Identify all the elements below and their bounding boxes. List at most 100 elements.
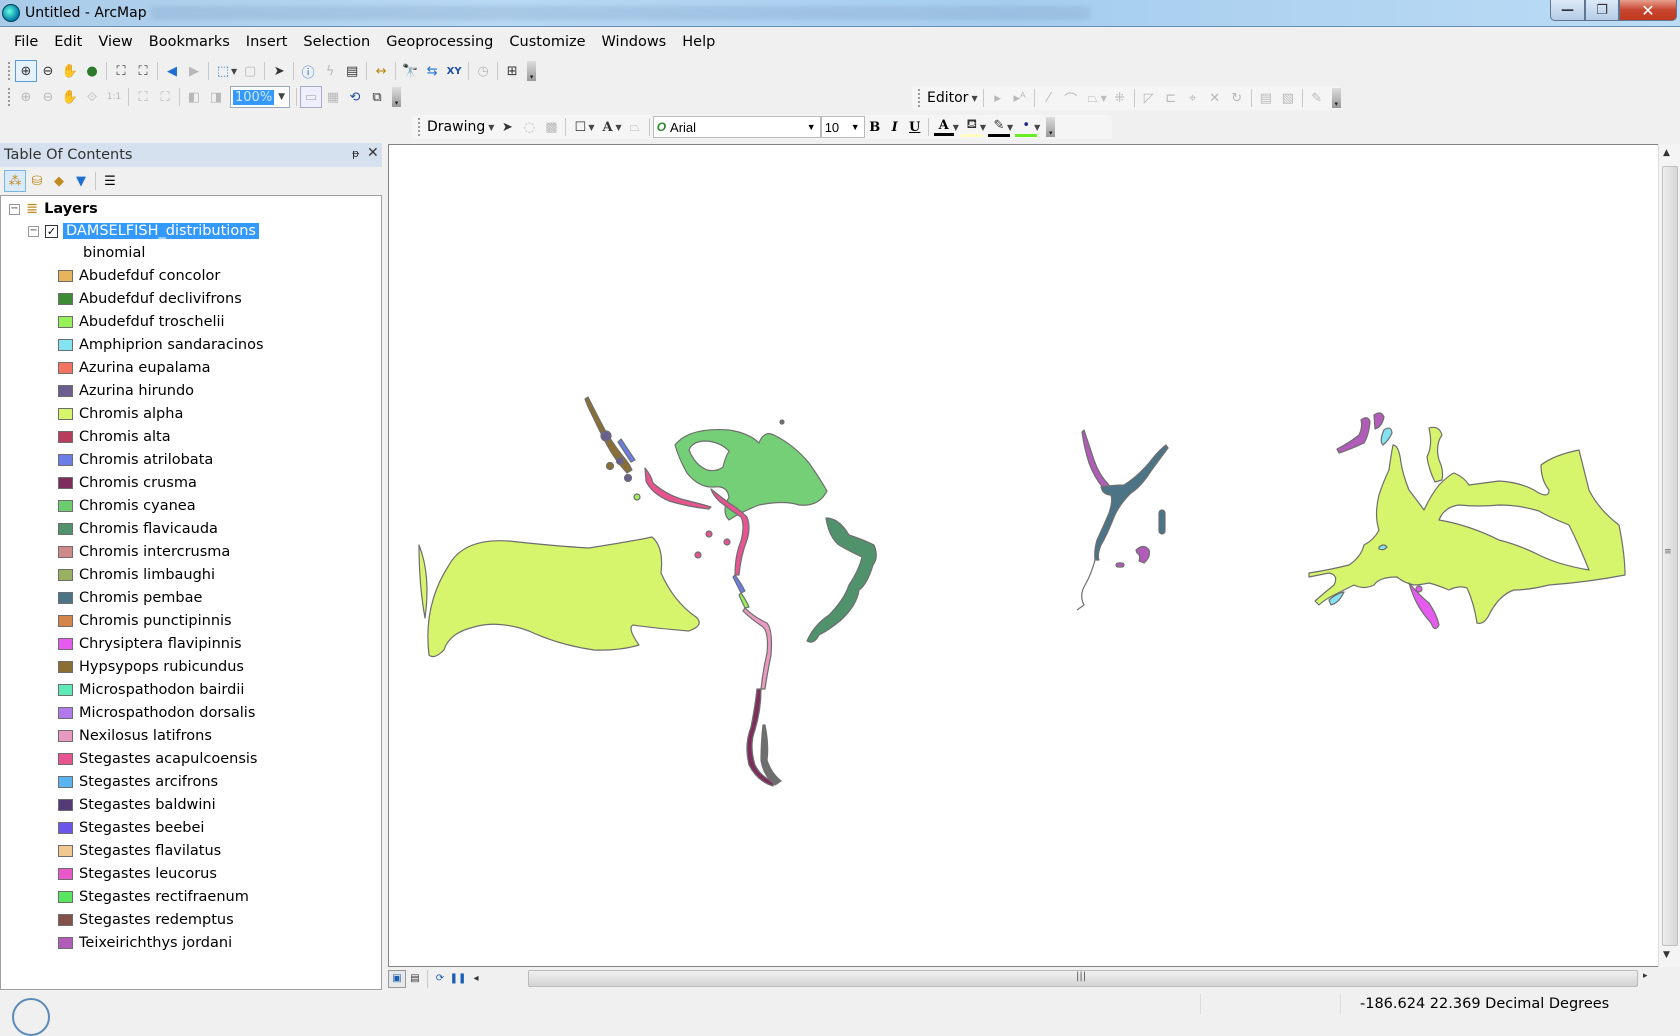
legend-swatch[interactable]: [58, 890, 73, 903]
layout-fixed-zoom-out-icon[interactable]: ⛶: [154, 86, 176, 108]
hyperlink-icon[interactable]: ϟ: [319, 60, 341, 82]
legend-item[interactable]: Chromis limbaughi: [58, 563, 215, 586]
legend-swatch[interactable]: [58, 637, 73, 650]
menu-edit[interactable]: Edit: [46, 34, 90, 50]
scroll-up-icon[interactable]: ▲: [1663, 148, 1670, 158]
menu-selection[interactable]: Selection: [295, 34, 378, 50]
legend-swatch[interactable]: [58, 867, 73, 880]
layer-visibility-checkbox[interactable]: ✓: [45, 224, 58, 238]
toolbar-options-icon[interactable]: ▾: [1046, 117, 1056, 137]
legend-item[interactable]: Stegastes rectifraenum: [58, 885, 249, 908]
polygon-teixeirichthys-jordani-china[interactable]: [1336, 417, 1371, 454]
menu-file[interactable]: File: [6, 34, 46, 50]
zoom-out-icon[interactable]: ⊖: [37, 60, 59, 82]
zoom-percent-combo[interactable]: 100% ▼: [230, 86, 290, 108]
toolbar-options-icon[interactable]: ▾: [392, 87, 401, 107]
attributes-icon[interactable]: ▤: [1255, 87, 1277, 109]
edit-annotation-icon[interactable]: ▸ᴬ: [1009, 87, 1031, 109]
legend-item[interactable]: Chrysiptera flavipinnis: [58, 632, 242, 655]
fill-color-dropdown-icon[interactable]: ▼: [980, 123, 986, 132]
polygon-chrysiptera-flavipinnis[interactable]: [1408, 582, 1440, 630]
legend-item[interactable]: Chromis cyanea: [58, 494, 196, 517]
legend-swatch[interactable]: [58, 361, 73, 374]
legend-swatch[interactable]: [58, 522, 73, 535]
legend-item[interactable]: Nexilosus latifrons: [58, 724, 212, 747]
polygon-azurina-hirundo-3[interactable]: [623, 473, 633, 483]
legend-item[interactable]: Abudefduf troschelii: [58, 310, 225, 333]
layer-name[interactable]: DAMSELFISH_distributions: [63, 223, 259, 239]
menu-customize[interactable]: Customize: [501, 34, 593, 50]
polygon-nexilosus-latifrons[interactable]: [742, 607, 773, 690]
legend-swatch[interactable]: [58, 338, 73, 351]
layout-view-button[interactable]: ▤: [406, 970, 424, 988]
legend-item[interactable]: Hypsypops rubicundus: [58, 655, 244, 678]
fixed-zoom-out-icon[interactable]: ⛶: [132, 60, 154, 82]
bold-button[interactable]: B: [865, 120, 885, 135]
polygon-chromis-flavicauda[interactable]: [806, 517, 877, 643]
layout-zoom-out-icon[interactable]: ⊖: [37, 86, 59, 108]
polygon-azurina-hirundo-1[interactable]: [600, 430, 612, 442]
options-icon[interactable]: ☰: [99, 170, 121, 192]
fixed-zoom-in-icon[interactable]: ⛶: [110, 60, 132, 82]
text-dropdown-icon[interactable]: ▼: [616, 123, 622, 132]
font-color-button[interactable]: A: [933, 118, 954, 136]
select-elements-icon[interactable]: ➤: [496, 116, 518, 138]
close-button[interactable]: ✕: [1619, 0, 1677, 21]
legend-item[interactable]: Stegastes redemptus: [58, 908, 234, 931]
full-extent-icon[interactable]: ●: [81, 60, 103, 82]
legend-swatch[interactable]: [58, 683, 73, 696]
layer-row[interactable]: − ✓ DAMSELFISH_distributions: [28, 220, 259, 242]
chevron-down-icon[interactable]: ▼: [278, 92, 285, 102]
layers-root-label[interactable]: Layers: [44, 201, 98, 217]
identify-icon[interactable]: ⓘ: [297, 60, 319, 82]
collapse-icon[interactable]: −: [28, 225, 39, 237]
list-by-source-icon[interactable]: ⛁: [26, 170, 48, 192]
italic-button[interactable]: I: [885, 120, 905, 135]
focus-data-frame-icon[interactable]: ▦: [322, 86, 344, 108]
back-extent-icon[interactable]: ◧: [183, 86, 205, 108]
polygon-abudefduf-troschelii-coast[interactable]: [738, 592, 750, 609]
select-features-dropdown-icon[interactable]: ▼: [231, 67, 237, 76]
edit-tool-icon[interactable]: ▸: [987, 87, 1009, 109]
legend-swatch[interactable]: [58, 752, 73, 765]
create-features-icon[interactable]: ✎: [1306, 87, 1328, 109]
legend-swatch[interactable]: [58, 430, 73, 443]
font-color-dropdown-icon[interactable]: ▼: [953, 123, 959, 132]
legend-swatch[interactable]: [58, 568, 73, 581]
list-by-visibility-icon[interactable]: ◆: [48, 170, 70, 192]
legend-item[interactable]: Chromis flavicauda: [58, 517, 218, 540]
legend-swatch[interactable]: [58, 499, 73, 512]
horizontal-scrollbar[interactable]: |||: [528, 970, 1638, 987]
polygon-chromis-pembae-maldives[interactable]: [1158, 509, 1166, 535]
legend-item[interactable]: Chromis atrilobata: [58, 448, 213, 471]
legend-item[interactable]: Azurina eupalama: [58, 356, 211, 379]
legend-item[interactable]: Abudefduf concolor: [58, 264, 220, 287]
toolbar-options-icon[interactable]: ▾: [527, 61, 537, 81]
legend-swatch[interactable]: [58, 706, 73, 719]
list-by-drawing-order-icon[interactable]: ⁂: [4, 170, 26, 192]
menu-view[interactable]: View: [90, 34, 140, 50]
toolbar-grip[interactable]: [8, 62, 11, 80]
zoom-whole-page-icon[interactable]: ⟐: [81, 86, 103, 108]
chevron-down-icon[interactable]: ▼: [807, 122, 816, 132]
layout-fixed-zoom-in-icon[interactable]: ⛶: [132, 86, 154, 108]
close-icon[interactable]: ✕: [367, 145, 379, 161]
toolbar-grip[interactable]: [8, 88, 11, 106]
collapse-icon[interactable]: −: [9, 203, 20, 215]
clear-selection-icon[interactable]: ▢: [239, 60, 261, 82]
polygon-teixeirichthys-jordani-islands[interactable]: [1115, 562, 1125, 568]
font-size-combo[interactable]: 10 ▼: [820, 116, 865, 138]
editor-dropdown-icon[interactable]: ▼: [971, 94, 977, 103]
polygon-azurina-eupalama-island[interactable]: [779, 419, 785, 425]
editor-menu-button[interactable]: Editor: [925, 90, 970, 106]
data-driven-pages-icon[interactable]: ⧉: [366, 86, 388, 108]
minimize-button[interactable]: —: [1550, 0, 1585, 21]
zoom-percent-value[interactable]: 100%: [233, 89, 275, 105]
menu-geoprocessing[interactable]: Geoprocessing: [378, 34, 501, 50]
polygon-stegastes-acapulcoensis-island-1[interactable]: [705, 530, 713, 538]
construction-dropdown-icon[interactable]: ▼: [1101, 94, 1107, 103]
cut-polygons-icon[interactable]: ⌖: [1182, 87, 1204, 109]
time-slider-icon[interactable]: ◷: [472, 60, 494, 82]
zoom-100-icon[interactable]: 1:1: [103, 86, 125, 108]
polygon-hypsypops-island[interactable]: [605, 461, 615, 471]
